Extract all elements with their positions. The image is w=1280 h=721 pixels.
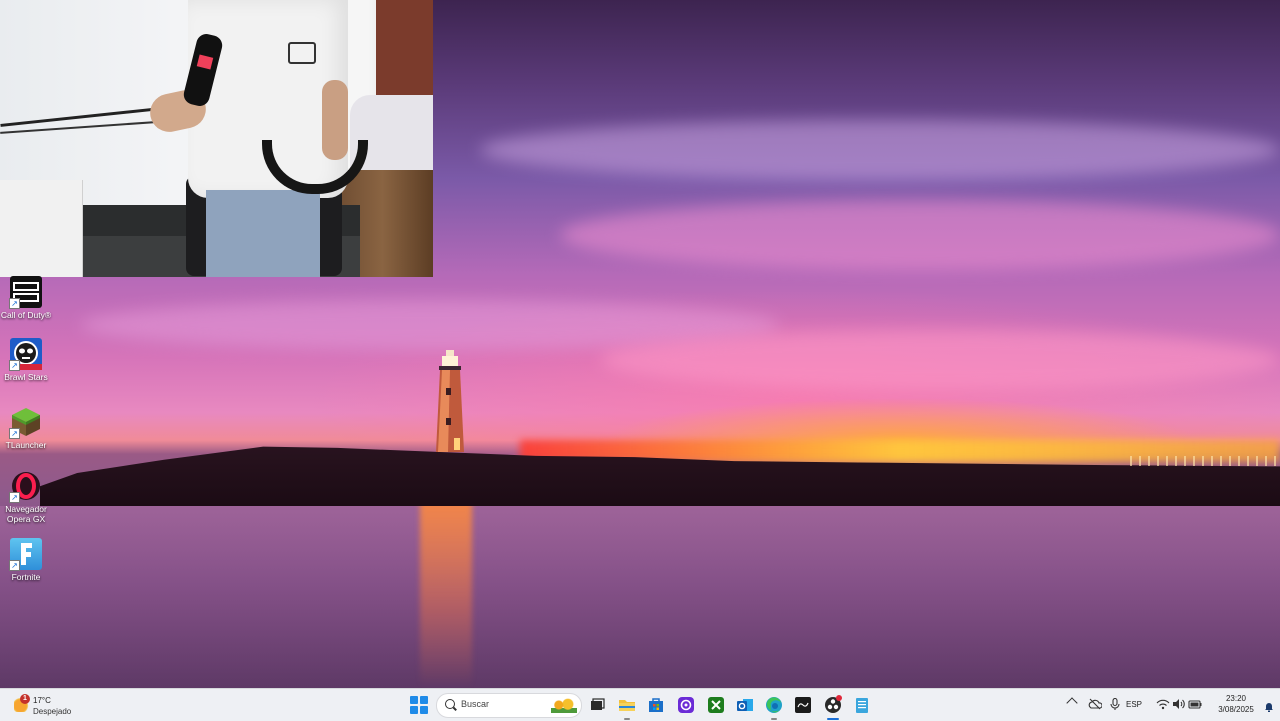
search-icon xyxy=(445,699,455,709)
windows-logo-icon xyxy=(420,696,428,704)
taskbar-task-view[interactable] xyxy=(586,694,608,716)
desktop-icon-label: Brawl Stars xyxy=(4,372,48,382)
desktop-icon-label: Fortnite xyxy=(11,572,41,582)
taskbar-search[interactable]: Buscar xyxy=(436,693,582,718)
desktop-icon-label: TLauncher xyxy=(5,440,47,450)
weather-widget[interactable]: 1 17°C Despejado xyxy=(10,692,100,718)
battery-icon[interactable] xyxy=(1188,698,1202,710)
search-placeholder: Buscar xyxy=(461,699,490,709)
weather-badge: 1 xyxy=(20,694,30,704)
fortnite-icon: ↗ xyxy=(9,538,42,571)
purple-app-icon xyxy=(678,697,694,713)
start-button[interactable] xyxy=(410,696,428,714)
desktop-icon-tlauncher[interactable]: ↗ TLauncher xyxy=(0,406,52,450)
water xyxy=(0,506,1280,688)
app-dark-icon xyxy=(795,697,811,713)
edge-icon xyxy=(766,697,782,713)
show-hidden-icons-chevron-icon[interactable] xyxy=(1066,697,1078,709)
xbox-icon xyxy=(708,697,724,713)
weather-temperature: 17°C xyxy=(33,696,51,705)
lighthouse xyxy=(436,350,464,452)
desktop-icon-opera-gx[interactable]: ↗ Navegador Opera GX xyxy=(0,470,52,524)
volume-icon[interactable] xyxy=(1172,698,1186,710)
taskbar-microsoft-store[interactable] xyxy=(645,694,667,716)
microphone-icon[interactable] xyxy=(1108,697,1122,710)
input-language[interactable]: ESP xyxy=(1126,700,1142,709)
taskbar-notepad[interactable] xyxy=(851,694,873,716)
clock-date[interactable]: 3/08/2025 xyxy=(1206,705,1266,714)
windows-logo-icon xyxy=(420,706,428,714)
opera-gx-icon: ↗ xyxy=(9,470,42,503)
desktop-icon-label: Call of Duty® xyxy=(0,310,52,320)
shortcut-arrow-icon: ↗ xyxy=(9,492,20,503)
desktop-icon-label: Navegador Opera GX xyxy=(5,504,47,524)
outlook-icon xyxy=(737,699,753,711)
shortcut-arrow-icon: ↗ xyxy=(9,560,20,571)
taskbar-obs[interactable] xyxy=(822,694,844,720)
shortcut-arrow-icon: ↗ xyxy=(9,298,20,309)
webcam-fan xyxy=(0,180,83,277)
webcam-overlay xyxy=(0,0,433,277)
taskbar-edge[interactable] xyxy=(763,694,785,720)
shirt-logo xyxy=(288,42,316,64)
system-tray: ESP 23:20 3/08/2025 xyxy=(1060,689,1280,721)
clock-time[interactable]: 23:20 xyxy=(1206,694,1266,703)
sky-cloud xyxy=(600,330,1280,390)
brawl-stars-icon: ↗ xyxy=(9,338,42,371)
minecraft-block-icon: ↗ xyxy=(9,406,42,439)
taskbar-file-explorer[interactable] xyxy=(616,694,638,720)
task-view-icon xyxy=(591,698,605,710)
notifications-bell-icon[interactable] xyxy=(1264,699,1274,712)
taskbar-dark-app[interactable] xyxy=(792,694,814,716)
windows-logo-icon xyxy=(410,706,418,714)
taskbar-purple-app[interactable] xyxy=(675,694,697,716)
lighthouse-reflection xyxy=(420,492,472,688)
desktop-icon-call-of-duty[interactable]: ↗ Call of Duty® xyxy=(0,276,52,320)
desktop-icon-brawl-stars[interactable]: ↗ Brawl Stars xyxy=(0,338,52,382)
call-of-duty-icon: ↗ xyxy=(9,276,42,309)
taskbar-outlook[interactable] xyxy=(734,694,756,716)
onedrive-off-icon[interactable] xyxy=(1088,698,1103,710)
shortcut-arrow-icon: ↗ xyxy=(9,428,20,439)
taskbar-xbox[interactable] xyxy=(705,694,727,716)
shortcut-arrow-icon: ↗ xyxy=(9,360,20,371)
taskbar: 1 17°C Despejado Buscar ESP 23:20 3/08/2… xyxy=(0,688,1280,721)
obs-icon xyxy=(825,695,842,713)
folder-icon xyxy=(619,700,635,711)
wifi-icon[interactable] xyxy=(1156,698,1170,710)
sky-cloud xyxy=(560,200,1280,270)
notepad-icon xyxy=(856,698,868,713)
windows-logo-icon xyxy=(410,696,418,704)
search-highlight-icon xyxy=(551,697,577,713)
desktop-icon-fortnite[interactable]: ↗ Fortnite xyxy=(0,538,52,582)
weather-condition: Despejado xyxy=(33,707,72,716)
sky-cloud xyxy=(480,120,1280,180)
town-lights xyxy=(1130,456,1280,466)
webcam-jeans xyxy=(206,190,320,277)
store-icon xyxy=(649,698,663,712)
